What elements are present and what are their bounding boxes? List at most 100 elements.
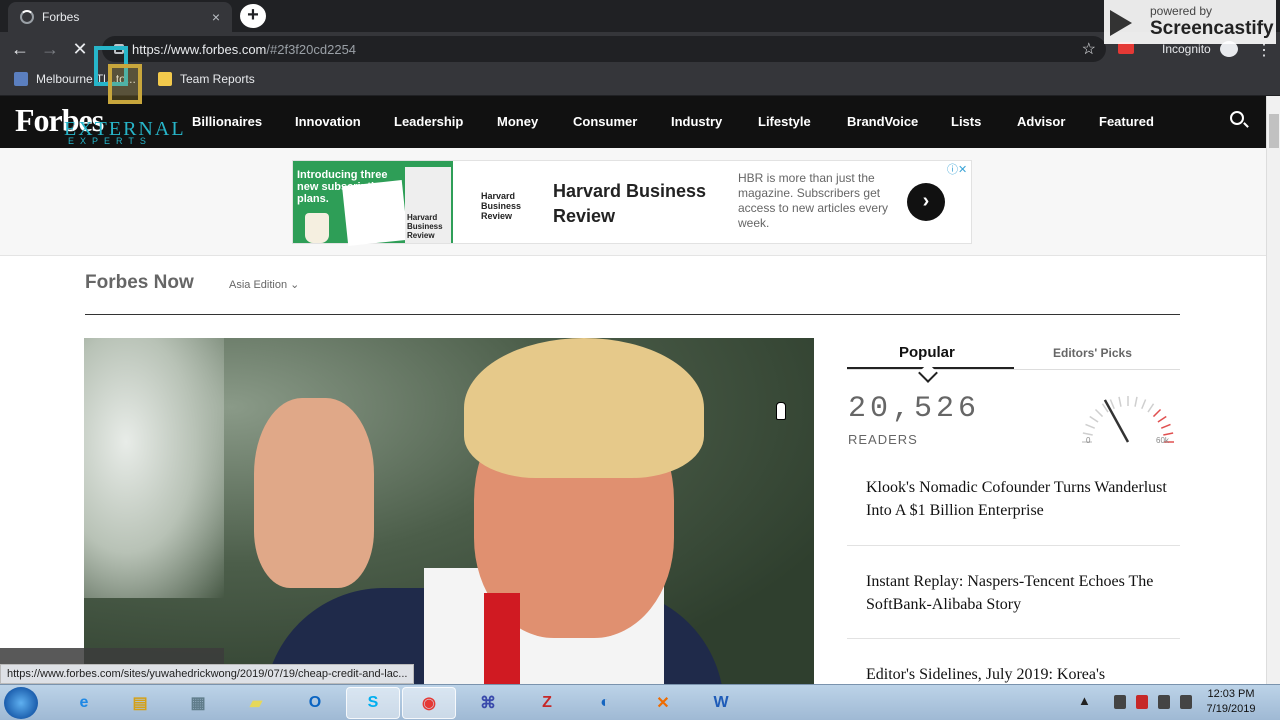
nav-brandvoice[interactable]: BrandVoice — [847, 114, 918, 129]
loading-spinner-icon — [20, 10, 34, 24]
ad-promo-image: Introducing three new subscription plans… — [293, 161, 453, 246]
page-scrollbar[interactable] — [1266, 96, 1280, 684]
taskbar-skype-icon[interactable]: S — [346, 687, 400, 719]
battery-icon[interactable] — [1114, 695, 1126, 709]
tab-title: Forbes — [42, 10, 80, 24]
story-divider — [847, 638, 1180, 639]
tab-editors-picks[interactable]: Editors' Picks — [1053, 346, 1132, 360]
gauge-tick — [1152, 408, 1162, 418]
ad-title[interactable]: Harvard Business Review — [553, 179, 723, 229]
nav-advisor[interactable]: Advisor — [1017, 114, 1065, 129]
gauge-tick — [1085, 423, 1096, 429]
network-status-icon[interactable] — [1136, 695, 1148, 709]
browser-toolbar: ← → ✕ https://www.forbes.com/#2f3f20cd22… — [0, 32, 1280, 66]
gauge-tick — [1163, 432, 1174, 436]
clock-date: 7/19/2019 — [1206, 703, 1256, 715]
popular-story-3[interactable]: Editor's Sidelines, July 2019: Korea's — [866, 663, 1176, 686]
folder-icon — [158, 72, 172, 86]
screencastify-watermark: powered by Screencastify — [1104, 0, 1276, 44]
volume-icon[interactable] — [1180, 695, 1192, 709]
edition-dropdown[interactable]: Asia Edition ⌄ — [229, 278, 299, 291]
taskbar-sticky-notes-icon[interactable]: ▰ — [229, 687, 283, 719]
coffee-cup-icon — [305, 213, 329, 243]
ad-area: Introducing three new subscription plans… — [0, 148, 1266, 256]
hero-image[interactable] — [84, 338, 814, 684]
external-experts-subtext: EXPERTS — [68, 136, 152, 146]
taskbar-internet-explorer-icon[interactable]: e — [57, 687, 111, 719]
gauge-tick — [1134, 396, 1138, 407]
external-experts-logo-icon — [94, 46, 146, 110]
ad-promo-text: Introducing three new subscription plans… — [297, 169, 388, 205]
start-button-icon[interactable] — [4, 687, 38, 719]
taskbar-word-icon[interactable]: W — [694, 687, 748, 719]
story-divider — [847, 545, 1180, 546]
ad-arrow-button[interactable]: › — [907, 183, 945, 221]
tab-close-icon[interactable]: × — [208, 9, 224, 25]
ad-choices-icon[interactable]: ⓘ✕ — [947, 161, 967, 177]
screen: Forbes × + ← → ✕ https://www.forbes.com/… — [0, 0, 1280, 720]
browser-tab-forbes[interactable]: Forbes × — [8, 2, 232, 32]
popular-story-2[interactable]: Instant Replay: Naspers-Tencent Echoes T… — [866, 570, 1176, 616]
taskbar-thunderbird-icon[interactable]: ◐ — [578, 687, 632, 719]
taskbar-clock[interactable]: 12:03 PM 7/19/2019 — [1196, 687, 1266, 717]
nav-money[interactable]: Money — [497, 114, 538, 129]
windows-taskbar: e ▤ ▦ ▰ O S ◉ ⌘ Z ◐ ✕ W ▲ 12:03 PM 7/19/2019 — [0, 684, 1280, 720]
taskbar-filezilla-icon[interactable]: Z — [520, 687, 574, 719]
forbes-nav-bar: Forbes EXTERNAL EXPERTS Billionaires Inn… — [0, 96, 1266, 148]
taskbar-chrome-icon[interactable]: ◉ — [402, 687, 456, 719]
taskbar-file-explorer-icon[interactable]: ▤ — [113, 687, 167, 719]
taskbar-network-tool-icon[interactable]: ⌘ — [461, 687, 515, 719]
back-button[interactable]: ← — [8, 37, 32, 61]
bookmark-team-reports[interactable]: Team Reports — [158, 72, 255, 86]
bookmarks-bar: Melbourne Tl...to... Team Reports — [0, 66, 1280, 96]
readers-count: 20,526 — [848, 392, 981, 426]
search-icon[interactable] — [1230, 111, 1244, 125]
address-url: https://www.forbes.com/#2f3f20cd2254 — [132, 41, 357, 57]
nav-industry[interactable]: Industry — [671, 114, 722, 129]
nav-lists[interactable]: Lists — [951, 114, 981, 129]
gauge-tick — [1157, 415, 1167, 423]
gauge-tick — [1109, 399, 1115, 410]
ad-magazine-title: Harvard Business Review — [407, 213, 443, 240]
gauge-tick — [1118, 396, 1122, 407]
nav-leadership[interactable]: Leadership — [394, 114, 463, 129]
nav-innovation[interactable]: Innovation — [295, 114, 361, 129]
tab-popular[interactable]: Popular — [899, 344, 955, 361]
tray-overflow-icon[interactable]: ▲ — [1078, 693, 1091, 708]
popular-tabs: Popular Editors' Picks — [847, 340, 1180, 383]
bookmark-favicon-icon — [14, 72, 28, 86]
incognito-label: Incognito — [1162, 42, 1211, 56]
nav-featured[interactable]: Featured — [1099, 114, 1154, 129]
bookmark-star-icon[interactable]: ☆ — [1082, 39, 1096, 59]
section-divider — [85, 314, 1180, 315]
new-tab-button[interactable]: + — [240, 4, 266, 28]
stop-loading-button[interactable]: ✕ — [68, 37, 92, 61]
taskbar-calculator-icon[interactable]: ▦ — [171, 687, 225, 719]
nav-billionaires[interactable]: Billionaires — [192, 114, 262, 129]
signal-icon[interactable] — [1158, 695, 1170, 709]
hbr-ad-banner[interactable]: Introducing three new subscription plans… — [292, 160, 972, 246]
address-bar[interactable]: https://www.forbes.com/#2f3f20cd2254 ☆ — [102, 36, 1106, 62]
taskbar-outlook-icon[interactable]: O — [288, 687, 342, 719]
scrollbar-thumb[interactable] — [1269, 114, 1279, 148]
nav-lifestyle[interactable]: Lifestyle — [758, 114, 811, 129]
nav-consumer[interactable]: Consumer — [573, 114, 637, 129]
gauge-tick — [1089, 415, 1099, 423]
gauge-tick — [1094, 408, 1104, 418]
screencastify-logo-icon — [1110, 10, 1132, 36]
watermark-brand: Screencastify — [1150, 18, 1274, 39]
section-title: Forbes Now — [85, 272, 194, 293]
taskbar-xampp-icon[interactable]: ✕ — [636, 687, 690, 719]
popular-story-1[interactable]: Klook's Nomadic Cofounder Turns Wanderlu… — [866, 476, 1176, 522]
forward-button[interactable]: → — [38, 37, 62, 61]
gauge-tick — [1160, 423, 1171, 429]
gauge-tick — [1147, 403, 1155, 413]
ad-hbr-logo: Harvard Business Review — [481, 191, 522, 221]
browser-tab-strip: Forbes × + — [0, 0, 1280, 32]
gauge-tick — [1082, 432, 1093, 436]
status-bar-url: https://www.forbes.com/sites/yuwahedrick… — [0, 664, 415, 684]
watermark-powered: powered by — [1150, 4, 1213, 18]
hand-cursor-icon — [776, 402, 786, 420]
clock-time: 12:03 PM — [1207, 688, 1255, 700]
ad-description: HBR is more than just the magazine. Subs… — [738, 171, 889, 230]
